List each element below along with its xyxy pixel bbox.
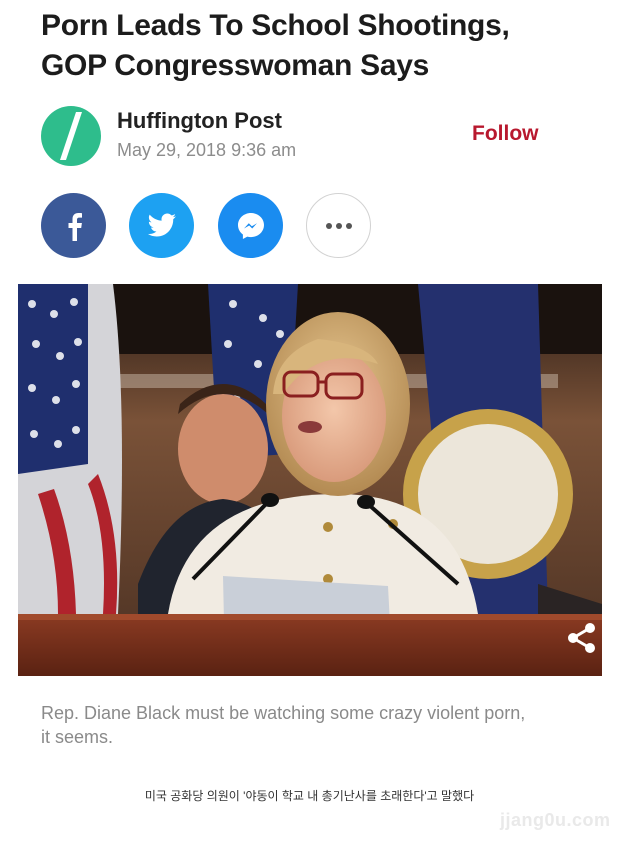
messenger-share-button[interactable]: [218, 193, 283, 258]
publisher-row: Huffington Post May 29, 2018 9:36 am Fol…: [41, 104, 561, 168]
follow-button[interactable]: Follow: [472, 122, 539, 146]
korean-caption: 미국 공화당 의원이 '야동이 학교 내 총기난사를 초래한다'고 말했다: [144, 789, 475, 803]
publisher-name[interactable]: Huffington Post: [117, 108, 282, 134]
headline-line-2: GOP Congresswoman Says: [41, 49, 429, 82]
headline-line-1: Porn Leads To School Shootings,: [41, 9, 510, 42]
facebook-icon: [68, 212, 82, 241]
watermark: jjang0u.com: [500, 810, 611, 830]
article-photo[interactable]: [18, 284, 602, 676]
huffpost-logo-icon[interactable]: [41, 106, 101, 166]
more-icon: [325, 222, 352, 229]
article-headline: Porn Leads To School Shootings, GOP Cong…: [41, 6, 601, 86]
twitter-icon: [147, 213, 176, 236]
more-share-button[interactable]: [306, 193, 371, 258]
publish-date: May 29, 2018 9:36 am: [117, 140, 297, 160]
facebook-share-button[interactable]: [41, 193, 106, 258]
photo-share-icon[interactable]: [564, 620, 600, 656]
photo-caption: Rep. Diane Black must be watching some c…: [41, 701, 591, 749]
caption-line-2: it seems.: [41, 727, 114, 747]
messenger-icon: [237, 212, 264, 239]
twitter-share-button[interactable]: [129, 193, 194, 258]
caption-line-1: Rep. Diane Black must be watching some c…: [41, 703, 526, 723]
share-buttons: [41, 193, 381, 259]
